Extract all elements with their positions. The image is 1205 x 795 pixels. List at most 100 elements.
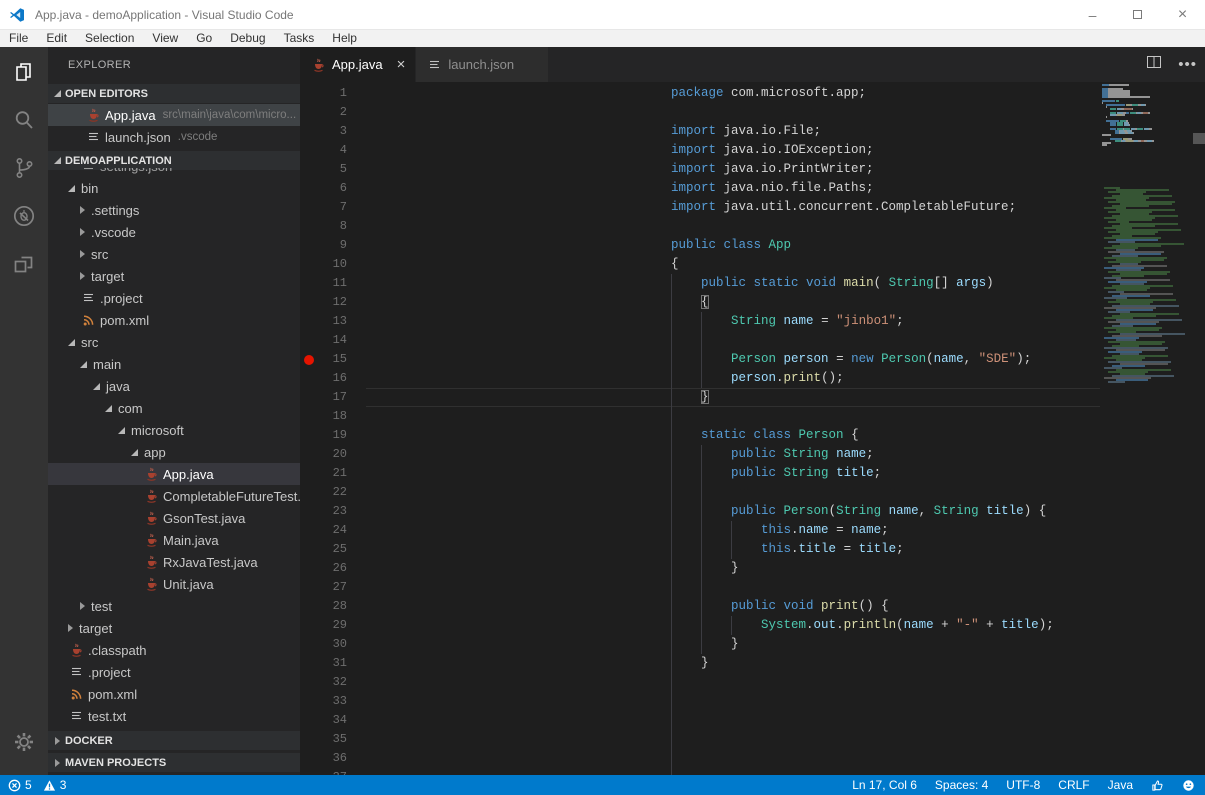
code-line-12[interactable]: 12 {	[300, 293, 1205, 312]
code-line-16[interactable]: 16 person.print();	[300, 369, 1205, 388]
status-indentation[interactable]: Spaces: 4	[935, 778, 988, 792]
menu-item-selection[interactable]: Selection	[76, 30, 143, 47]
code-line-28[interactable]: 28 public void print() {	[300, 597, 1205, 616]
code-line-5[interactable]: 5import java.io.PrintWriter;	[300, 160, 1205, 179]
status-eol[interactable]: CRLF	[1058, 778, 1089, 792]
tree-file-test-txt[interactable]: test.txt	[48, 705, 300, 727]
docker-section-header[interactable]: DOCKER	[48, 731, 300, 750]
code-line-33[interactable]: 33	[300, 692, 1205, 711]
code-line-20[interactable]: 20 public String name;	[300, 445, 1205, 464]
status-warnings[interactable]: 3	[43, 778, 67, 792]
status-errors[interactable]: 5	[8, 778, 32, 792]
tree-folder-main[interactable]: main	[48, 353, 300, 375]
tree-file-rxjavatest-java[interactable]: RxJavaTest.java	[48, 551, 300, 573]
tree-file--project[interactable]: .project	[48, 661, 300, 683]
maven-section-header[interactable]: MAVEN PROJECTS	[48, 753, 300, 772]
code-line-6[interactable]: 6import java.nio.file.Paths;	[300, 179, 1205, 198]
code-line-35[interactable]: 35	[300, 730, 1205, 749]
split-editor-icon[interactable]	[1146, 54, 1162, 75]
menu-item-help[interactable]: Help	[323, 30, 366, 47]
close-button[interactable]: ×	[1160, 0, 1205, 30]
tree-file-gsontest-java[interactable]: GsonTest.java	[48, 507, 300, 529]
minimap[interactable]	[1100, 82, 1193, 775]
code-line-29[interactable]: 29 System.out.println(name + "-" + title…	[300, 616, 1205, 635]
tree-folder-test[interactable]: test	[48, 595, 300, 617]
code-line-31[interactable]: 31 }	[300, 654, 1205, 673]
tree-file-completablefuturetest-[interactable]: CompletableFutureTest....	[48, 485, 300, 507]
code-line-9[interactable]: 9public class App	[300, 236, 1205, 255]
tree-folder-java[interactable]: java	[48, 375, 300, 397]
tree-folder--vscode[interactable]: .vscode	[48, 221, 300, 243]
code-line-26[interactable]: 26 }	[300, 559, 1205, 578]
code-line-21[interactable]: 21 public String title;	[300, 464, 1205, 483]
code-line-1[interactable]: 1package com.microsoft.app;	[300, 84, 1205, 103]
tree-folder-src[interactable]: src	[48, 331, 300, 353]
status-encoding[interactable]: UTF-8	[1006, 778, 1040, 792]
overview-ruler[interactable]	[1193, 82, 1205, 775]
tree-folder-target[interactable]: target	[48, 265, 300, 287]
tree-file--project[interactable]: .project	[48, 287, 300, 309]
menu-item-view[interactable]: View	[143, 30, 187, 47]
code-line-17[interactable]: 17 }	[300, 388, 1205, 407]
code-line-22[interactable]: 22	[300, 483, 1205, 502]
menu-item-tasks[interactable]: Tasks	[275, 30, 324, 47]
extensions-icon[interactable]	[11, 251, 37, 277]
smiley-icon[interactable]	[1182, 779, 1195, 792]
tree-folder-target[interactable]: target	[48, 617, 300, 639]
code-line-14[interactable]: 14	[300, 331, 1205, 350]
code-line-13[interactable]: 13 String name = "jinbo1";	[300, 312, 1205, 331]
tree-file-pom-xml[interactable]: pom.xml	[48, 309, 300, 331]
code-line-3[interactable]: 3import java.io.File;	[300, 122, 1205, 141]
tab-launch-json[interactable]: launch.json	[416, 47, 548, 82]
tree-file-settings-json[interactable]: settings.json	[48, 168, 300, 177]
tree-folder--settings[interactable]: .settings	[48, 199, 300, 221]
code-line-24[interactable]: 24 this.name = name;	[300, 521, 1205, 540]
code-line-7[interactable]: 7import java.util.concurrent.Completable…	[300, 198, 1205, 217]
tree-file-pom-xml[interactable]: pom.xml	[48, 683, 300, 705]
tree-folder-bin[interactable]: bin	[48, 177, 300, 199]
tree-file-main-java[interactable]: Main.java	[48, 529, 300, 551]
code-line-37[interactable]: 37	[300, 768, 1205, 775]
code-line-25[interactable]: 25 this.title = title;	[300, 540, 1205, 559]
open-editor-item-app-java[interactable]: App.javasrc\main\java\com\micro...	[48, 104, 300, 126]
status-line-col[interactable]: Ln 17, Col 6	[852, 778, 917, 792]
code-line-23[interactable]: 23 public Person(String name, String tit…	[300, 502, 1205, 521]
code-line-30[interactable]: 30 }	[300, 635, 1205, 654]
git-branch-icon[interactable]	[11, 155, 37, 181]
gear-icon[interactable]	[11, 729, 37, 755]
code-line-8[interactable]: 8	[300, 217, 1205, 236]
open-editors-header[interactable]: OPEN EDITORS	[48, 84, 300, 103]
menu-item-go[interactable]: Go	[187, 30, 221, 47]
tree-folder-microsoft[interactable]: microsoft	[48, 419, 300, 441]
search-icon[interactable]	[11, 107, 37, 133]
code-line-11[interactable]: 11 public static void main( String[] arg…	[300, 274, 1205, 293]
code-editor[interactable]: 1package com.microsoft.app;23import java…	[300, 82, 1205, 775]
files-icon[interactable]	[11, 59, 37, 85]
minimize-button[interactable]: –	[1070, 0, 1115, 30]
tab-app-java[interactable]: App.java×	[300, 47, 415, 82]
tree-file--classpath[interactable]: .classpath	[48, 639, 300, 661]
code-line-4[interactable]: 4import java.io.IOException;	[300, 141, 1205, 160]
scrollbar-thumb[interactable]	[1193, 133, 1205, 144]
menu-item-edit[interactable]: Edit	[37, 30, 76, 47]
code-line-18[interactable]: 18	[300, 407, 1205, 426]
maximize-button[interactable]	[1115, 0, 1160, 30]
tree-folder-app[interactable]: app	[48, 441, 300, 463]
more-actions-icon[interactable]: •••	[1178, 56, 1197, 73]
code-line-19[interactable]: 19 static class Person {	[300, 426, 1205, 445]
menu-item-file[interactable]: File	[0, 30, 37, 47]
close-tab-icon[interactable]: ×	[397, 57, 406, 72]
status-language[interactable]: Java	[1108, 778, 1133, 792]
menu-item-debug[interactable]: Debug	[221, 30, 274, 47]
code-line-34[interactable]: 34	[300, 711, 1205, 730]
code-line-36[interactable]: 36	[300, 749, 1205, 768]
tree-file-app-java[interactable]: App.java	[48, 463, 300, 485]
tree-folder-com[interactable]: com	[48, 397, 300, 419]
tree-folder-src[interactable]: src	[48, 243, 300, 265]
tree-file-unit-java[interactable]: Unit.java	[48, 573, 300, 595]
debug-icon[interactable]	[11, 203, 37, 229]
code-line-10[interactable]: 10{	[300, 255, 1205, 274]
code-line-27[interactable]: 27	[300, 578, 1205, 597]
code-line-15[interactable]: 15 Person person = new Person(name, "SDE…	[300, 350, 1205, 369]
thumbsup-icon[interactable]	[1151, 779, 1164, 792]
